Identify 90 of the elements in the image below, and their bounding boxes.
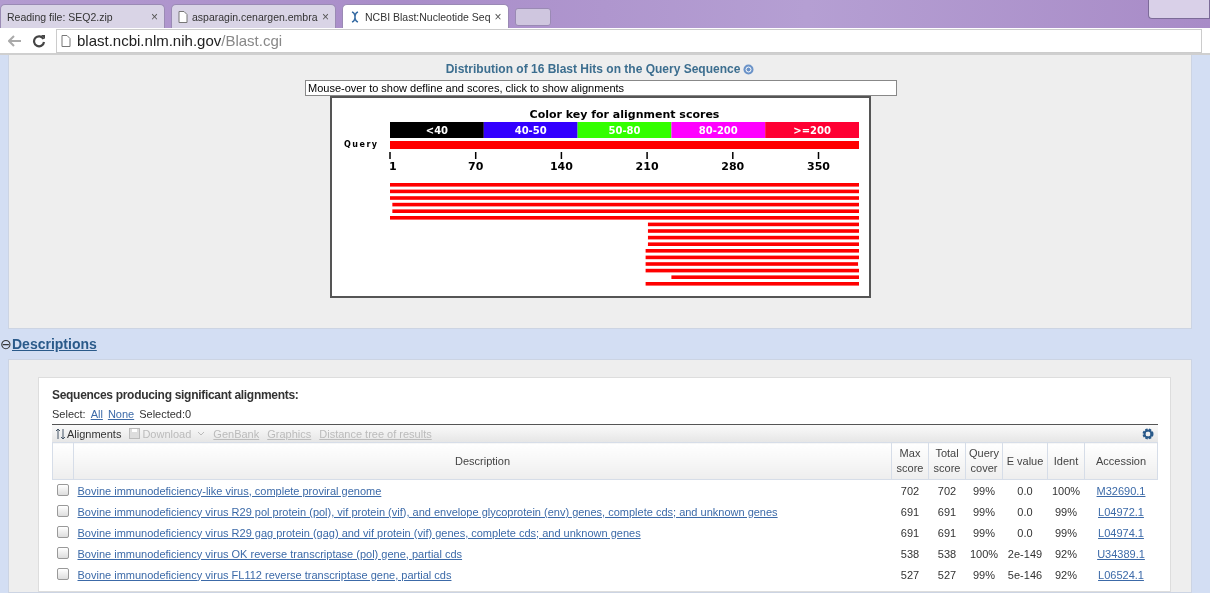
select-all-link[interactable]: All [90, 408, 103, 420]
axis-tick: 350 [806, 151, 830, 173]
page-icon [178, 10, 188, 23]
browser-tab[interactable]: Reading file: SEQ2.zip × [0, 4, 165, 28]
collapse-toggle[interactable]: ⊖ [0, 336, 12, 352]
row-checkbox[interactable] [57, 567, 69, 580]
back-icon[interactable] [8, 34, 22, 47]
address-field[interactable]: blast.ncbi.nlm.nih.gov/Blast.cgi [56, 28, 1202, 53]
table-cell: 99% [1055, 505, 1077, 518]
axis-tick: 210 [635, 151, 659, 173]
sort-icon [56, 427, 65, 440]
table-cell: 100% [969, 547, 999, 560]
row-checkbox[interactable] [57, 546, 69, 559]
color-key-swatch: 50-80 [577, 122, 671, 138]
helix-icon [349, 10, 361, 23]
row-checkbox[interactable] [57, 483, 69, 496]
table-cell: 92% [1055, 568, 1077, 581]
axis-tick: 70 [467, 151, 483, 173]
graphic-title: Distribution of 16 Blast Hits on the Query Sequence [445, 62, 741, 76]
new-tab-button[interactable] [514, 8, 551, 26]
close-icon[interactable]: × [151, 9, 158, 24]
section-heading: Sequences producing significant alignments: [52, 388, 300, 402]
table-cell: 527 [937, 568, 957, 581]
close-icon[interactable]: × [494, 9, 502, 24]
table-cell: 99% [973, 568, 995, 581]
axis-tick: 1 [388, 151, 397, 173]
accession-link[interactable]: U34389.1 [1097, 547, 1145, 560]
table-cell: 100% [1051, 484, 1081, 497]
color-key-swatch: <40 [389, 122, 484, 138]
browser-tab[interactable]: NCBI Blast:Nucleotide Seq × [342, 4, 509, 28]
table-cell: 538 [900, 547, 920, 560]
accession-link[interactable]: M32690.1 [1096, 484, 1146, 497]
select-none-link[interactable]: None [107, 408, 135, 420]
url-text: blast.ncbi.nlm.nih.gov/Blast.cgi [77, 32, 283, 49]
column-header[interactable]: Description [73, 442, 892, 480]
axis-tick: 280 [720, 151, 744, 173]
table-cell: 0.0 [1017, 526, 1033, 539]
column-header[interactable]: Max score [891, 442, 929, 480]
row-checkbox[interactable] [57, 525, 69, 538]
column-header[interactable]: E value [1002, 442, 1048, 480]
accession-link[interactable]: L04972.1 [1098, 505, 1144, 518]
table-cell: 99% [1055, 526, 1077, 539]
selected-count: Selected:0 [139, 408, 192, 420]
hint-field: Mouse-over to show defline and scores, click to show alignments [305, 80, 897, 96]
table-cell: 538 [937, 547, 957, 560]
table-cell: 691 [900, 526, 920, 539]
description-link[interactable]: Bovine immunodeficiency-like virus, complete proviral genome [77, 484, 382, 497]
description-link[interactable]: Bovine immunodeficiency virus R29 gag protein (gag) and vif protein (vif) genes, complete cds; and unknown genes [77, 526, 641, 539]
table-cell: 691 [900, 505, 920, 518]
column-header[interactable]: Ident [1047, 442, 1085, 480]
table-cell: 92% [1055, 547, 1077, 560]
caret-icon [197, 431, 206, 436]
toolbar-link[interactable]: Alignments [56, 427, 122, 440]
page-icon [61, 34, 71, 47]
color-key-swatch: 40-50 [483, 122, 578, 138]
query-label: Query [343, 140, 379, 149]
table-cell: 99% [973, 505, 995, 518]
column-header[interactable]: Total score [928, 442, 966, 480]
browser-tab[interactable]: asparagin.cenargen.embra × [171, 4, 336, 28]
color-key-swatch: >=200 [764, 122, 859, 138]
accession-link[interactable]: L04974.1 [1098, 526, 1144, 539]
table-cell: 527 [900, 568, 920, 581]
accession-link[interactable]: L06524.1 [1098, 568, 1144, 581]
table-cell: 702 [900, 484, 920, 497]
help-icon[interactable] [743, 63, 755, 75]
description-link[interactable]: Bovine immunodeficiency virus FL112 reverse transcriptase gene, partial cds [77, 568, 452, 581]
table-cell: 691 [937, 526, 957, 539]
column-header[interactable]: Accession [1084, 442, 1158, 480]
axis-tick: 140 [549, 151, 573, 173]
table-cell: 99% [973, 484, 995, 497]
table-cell: 99% [973, 526, 995, 539]
close-icon[interactable]: × [322, 9, 329, 24]
description-link[interactable]: Bovine immunodeficiency virus OK reverse transcriptase (pol) gene, partial cds [77, 547, 463, 560]
table-cell: 702 [937, 484, 957, 497]
table-cell: 691 [937, 505, 957, 518]
table-cell: 0.0 [1017, 484, 1033, 497]
table-cell: 2e-149 [1007, 547, 1043, 560]
description-link[interactable]: Bovine immunodeficiency virus R29 pol protein (pol), vif protein (vif), and envelope glycoprotein (env) genes, complete cds; and unknown genes [77, 505, 778, 518]
reload-icon[interactable] [32, 33, 46, 48]
table-cell: 5e-146 [1007, 568, 1043, 581]
row-checkbox[interactable] [57, 504, 69, 517]
select-label: Select: [52, 408, 86, 420]
save-icon [129, 428, 141, 439]
color-key-swatch: 80-200 [670, 122, 765, 138]
settings-icon[interactable] [1142, 427, 1154, 440]
descriptions-link[interactable]: Descriptions [12, 336, 97, 352]
table-cell: 0.0 [1017, 505, 1033, 518]
column-header[interactable]: Query cover [965, 442, 1003, 480]
window-controls[interactable] [1148, 0, 1210, 19]
key-title: Color key for alignment scores [529, 108, 719, 121]
